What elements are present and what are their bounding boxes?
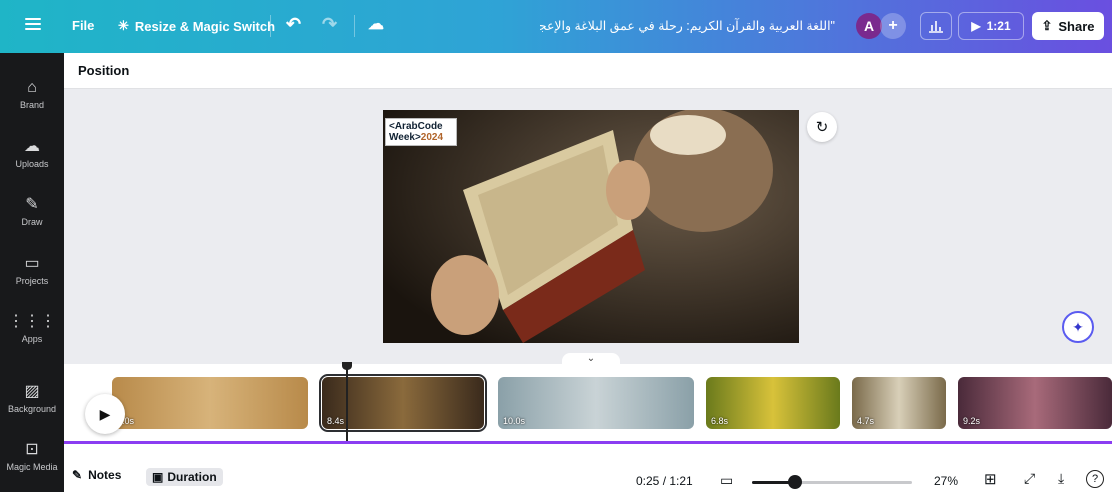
menu-icon[interactable]: [25, 18, 41, 30]
sidebar-item-uploads[interactable]: ☁ Uploads: [0, 138, 64, 169]
sidebar-item-label: Projects: [15, 276, 49, 286]
undo-icon[interactable]: ↶: [286, 14, 301, 35]
timeline-play-button[interactable]: ▶: [85, 394, 125, 434]
play-icon: ▶: [971, 19, 981, 33]
duration-label: Duration: [167, 470, 217, 484]
draw-icon: ✎: [25, 196, 39, 213]
divider: [270, 15, 271, 37]
video-frame[interactable]: <ArabCode Week>2024: [383, 110, 799, 343]
share-button[interactable]: ⇪ Share: [1032, 12, 1104, 40]
add-collaborator-icon[interactable]: +: [880, 13, 906, 39]
magic-media-icon: ⊡: [25, 441, 39, 458]
sidebar-item-projects[interactable]: ▭ Projects: [0, 255, 64, 286]
timeline-clip[interactable]: 10.0s: [498, 377, 694, 429]
share-icon: ⇪: [1041, 18, 1053, 33]
bottom-toolbar: ✎ Notes ▣ Duration 0:25 / 1:21 ▭ 27% ⊞ ⤢…: [64, 446, 1112, 492]
resize-magic-switch-button[interactable]: ✳ Resize & Magic Switch: [118, 18, 275, 34]
sidebar-item-label: Uploads: [15, 159, 49, 169]
notes-label: Notes: [88, 468, 122, 482]
regenerate-icon[interactable]: ↻: [807, 112, 837, 142]
clip-duration: 10.0s: [503, 416, 526, 426]
sidebar-item-brand[interactable]: ⌂ Brand: [0, 79, 64, 110]
timeline-clip[interactable]: 0.0s: [112, 377, 308, 429]
hide-timeline-icon[interactable]: ⤓: [1058, 470, 1064, 487]
badge-line1: <ArabCode: [389, 121, 443, 132]
timeline-clip[interactable]: 9.2s: [958, 377, 1112, 429]
timeline-view-icon[interactable]: ▭: [720, 472, 733, 489]
timer-icon: ▣: [152, 470, 164, 484]
sidebar-item-label: Apps: [21, 334, 43, 344]
canvas-area: <ArabCode Week>2024 ↻ ✦ ⌄: [64, 89, 1112, 367]
sidebar-item-label: Magic Media: [6, 462, 58, 472]
context-toolbar: Position: [64, 53, 1112, 89]
badge-line2: Week>2024: [389, 132, 444, 143]
resize-label: Resize & Magic Switch: [134, 18, 276, 34]
brand-icon: ⌂: [27, 79, 37, 96]
play-duration: 1:21: [986, 19, 1011, 33]
timeline-clip[interactable]: 4.7s: [852, 377, 946, 429]
notes-button[interactable]: ✎ Notes: [72, 468, 121, 482]
sidebar-item-background[interactable]: ▨ Background: [0, 383, 64, 414]
arabcode-logo: <ArabCode Week>2024: [385, 118, 457, 146]
fullscreen-icon[interactable]: ⤢: [1024, 470, 1035, 487]
top-bar: File ✳ Resize & Magic Switch ↶ ↷ ☁ "اللغ…: [0, 0, 1112, 53]
duration-button[interactable]: ▣ Duration: [146, 468, 223, 486]
help-icon[interactable]: ?: [1086, 470, 1104, 488]
timeline-clip[interactable]: 6.8s: [706, 377, 840, 429]
sparkle-icon: ✳: [118, 18, 129, 33]
zoom-slider-knob[interactable]: [788, 475, 803, 489]
clip-duration: 8.4s: [327, 416, 345, 426]
sidebar-item-magic-media[interactable]: ⊡ Magic Media: [0, 441, 64, 472]
sidebar-item-apps[interactable]: ⋮⋮⋮ Apps: [0, 313, 64, 344]
zoom-level[interactable]: 27%: [934, 474, 958, 488]
file-menu-button[interactable]: File: [72, 18, 94, 33]
present-play-button[interactable]: ▶ 1:21: [958, 12, 1024, 40]
magic-assistant-icon[interactable]: ✦: [1062, 311, 1094, 343]
redo-icon[interactable]: ↷: [322, 14, 337, 35]
audio-track[interactable]: [64, 441, 1112, 444]
insights-icon[interactable]: [920, 12, 952, 40]
sidebar-item-label: Background: [7, 404, 57, 414]
share-label: Share: [1058, 18, 1095, 34]
playback-time: 0:25 / 1:21: [636, 474, 693, 488]
apps-icon: ⋮⋮⋮: [8, 313, 56, 330]
sidebar-item-label: Draw: [21, 217, 43, 227]
clip-duration: 6.8s: [711, 416, 729, 426]
background-icon: ▨: [24, 383, 40, 400]
sidebar: ⌂ Brand ☁ Uploads ✎ Draw ▭ Projects ⋮⋮⋮ …: [0, 53, 64, 492]
folder-icon: ▭: [24, 255, 40, 272]
cloud-saved-icon[interactable]: ☁: [368, 14, 384, 34]
playhead[interactable]: [342, 362, 352, 444]
clip-duration: 9.2s: [963, 416, 981, 426]
notes-icon: ✎: [72, 468, 83, 482]
avatar[interactable]: A: [856, 13, 882, 39]
timeline: 0.0s 8.4s 10.0s 6.8s 4.7s 9.2s ▶: [64, 362, 1112, 446]
upload-icon: ☁: [24, 138, 40, 155]
zoom-slider[interactable]: [752, 475, 912, 489]
sidebar-item-label: Brand: [19, 100, 45, 110]
grid-view-icon[interactable]: ⊞: [984, 470, 997, 488]
sidebar-item-draw[interactable]: ✎ Draw: [0, 196, 64, 227]
divider: [354, 15, 355, 37]
document-title[interactable]: "اللغة العربية والقرآن الكريم: رحلة في ع…: [540, 18, 835, 33]
position-button[interactable]: Position: [78, 63, 129, 78]
clip-duration: 4.7s: [857, 416, 875, 426]
